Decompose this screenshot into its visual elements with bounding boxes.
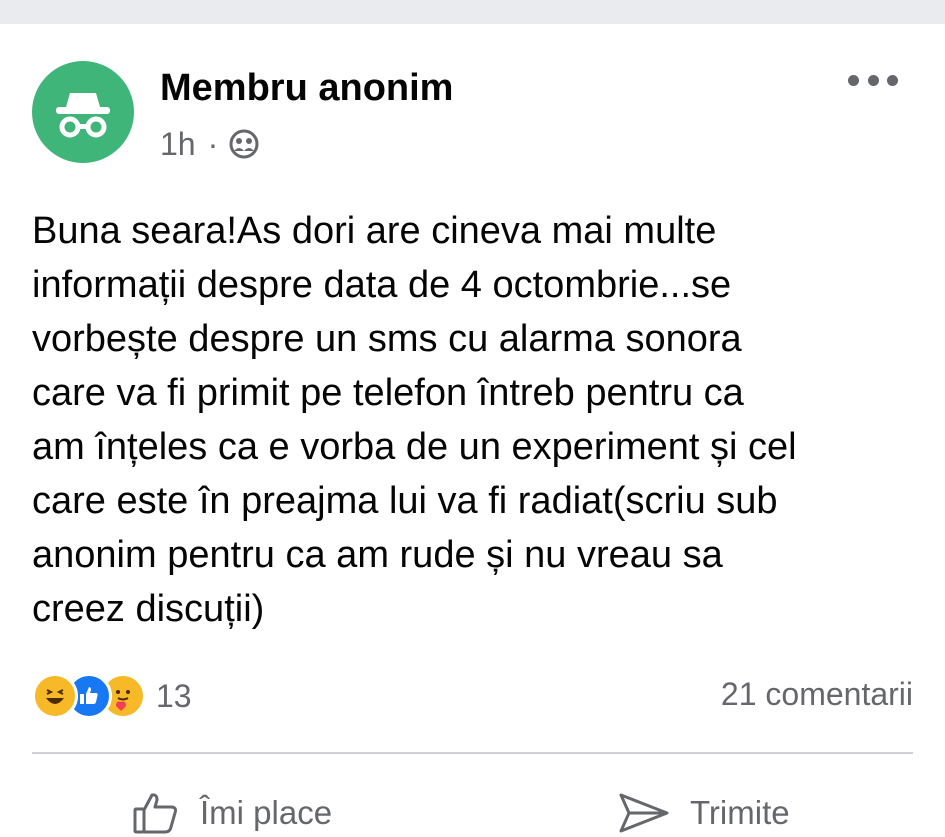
like-label: Îmi place xyxy=(200,794,333,831)
more-dots-icon[interactable] xyxy=(848,68,898,92)
divider xyxy=(32,752,913,754)
meta-separator: · xyxy=(207,125,219,162)
incognito-icon xyxy=(56,93,110,138)
post-time[interactable]: 1h xyxy=(160,126,196,163)
group-icon[interactable] xyxy=(228,128,260,160)
post-body: Buna seara!As dori are cineva mai multe … xyxy=(32,210,797,630)
reactions-summary[interactable]: 13 xyxy=(32,672,192,720)
post-meta: 1h · xyxy=(160,124,260,164)
reaction-count: 13 xyxy=(156,677,192,714)
post-card: Membru anonim 1h · Buna seara!As dori ar… xyxy=(0,24,945,834)
send-label: Trimite xyxy=(690,794,790,831)
comments-count[interactable]: 21 comentarii xyxy=(721,676,913,713)
send-button[interactable]: Trimite xyxy=(618,789,790,837)
haha-icon xyxy=(32,673,78,719)
top-separator-strip xyxy=(0,0,945,24)
thumbs-up-icon xyxy=(133,793,177,834)
author-name[interactable]: Membru anonim xyxy=(160,66,453,110)
send-icon xyxy=(619,793,669,833)
avatar[interactable] xyxy=(32,61,134,163)
like-button[interactable]: Îmi place xyxy=(132,789,332,837)
